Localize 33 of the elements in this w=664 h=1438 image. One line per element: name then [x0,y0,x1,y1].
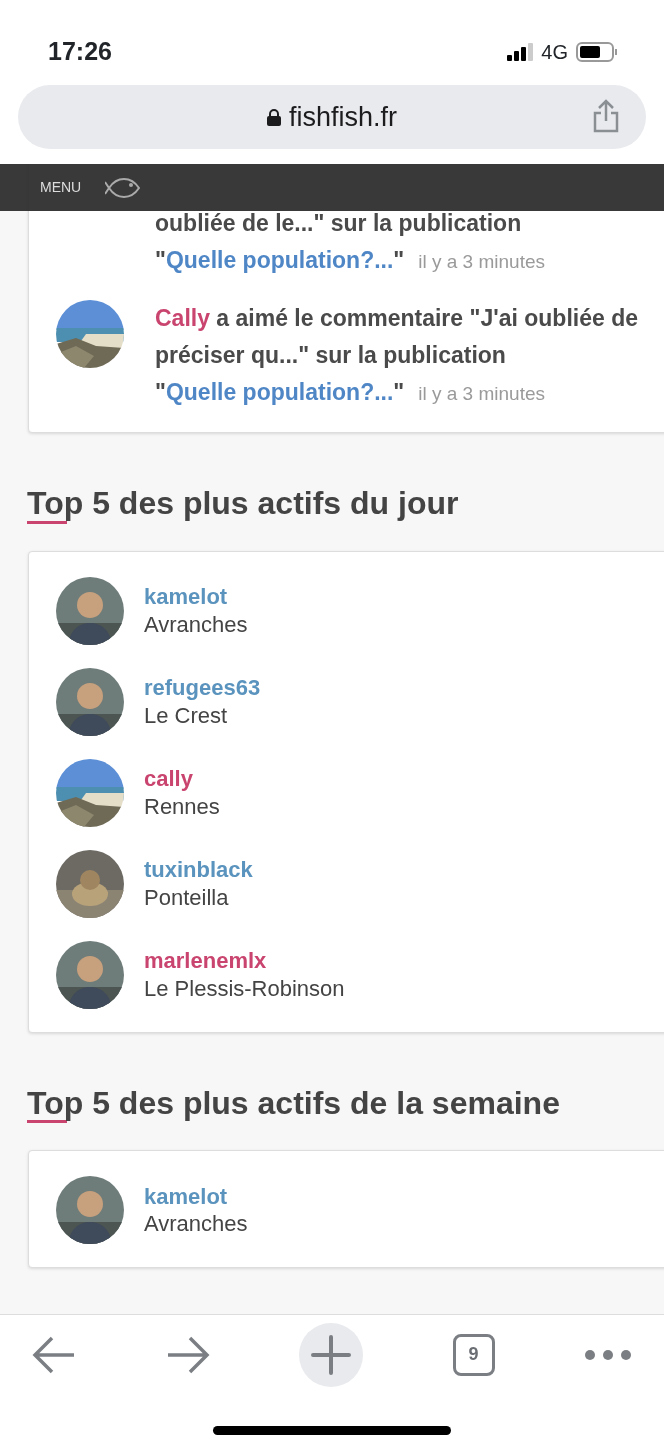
address-bar[interactable]: fishfish.fr [18,85,646,149]
timestamp: il y a 3 minutes [418,251,545,272]
section-heading: Top 5 des plus actifs du jour [27,484,459,523]
user-link[interactable]: Cally [155,305,210,331]
member-name-link[interactable]: cally [144,765,220,793]
signal-icon [507,43,534,61]
member-city: Le Plessis-Robinson [144,974,345,1003]
member-city: Avranches [144,1210,248,1238]
tabs-button[interactable]: 9 [452,1333,495,1376]
member-name-link[interactable]: refugees63 [144,674,261,702]
member-city: Le Crest [144,701,229,730]
share-icon[interactable] [592,99,620,133]
more-icon[interactable] [584,1348,632,1361]
member-name-link[interactable]: marlenemlx [144,947,345,975]
member-name-link[interactable]: tuxinblack [144,856,253,884]
member-name-link[interactable]: kamelot [144,583,248,611]
publication-link[interactable]: Quelle population?... [165,247,394,273]
publication-link[interactable]: Quelle population?... [165,379,394,405]
menu-button[interactable]: MENU [40,177,82,198]
back-arrow-icon[interactable] [32,1335,76,1374]
member-city: Ponteilla [144,883,230,912]
activity-text: Cally a aimé le commentaire "J'ai oubliée de préciser qu..." sur la publication "Quelle population?..." il y a 3 minutes [155,304,639,407]
member-city: Rennes [144,792,220,821]
lock-icon [267,108,281,126]
clock-time: 17:26 [48,36,112,68]
forward-arrow-icon[interactable] [165,1335,210,1374]
member-name-link[interactable]: kamelot [144,1182,248,1211]
section-heading: Top 5 des plus actifs de la semaine [27,1083,560,1123]
member-city: Avranches [144,610,248,639]
battery-icon [576,42,618,62]
network-type: 4G [541,40,568,65]
plus-icon [311,1334,351,1375]
timestamp: il y a 3 minutes [418,383,545,404]
